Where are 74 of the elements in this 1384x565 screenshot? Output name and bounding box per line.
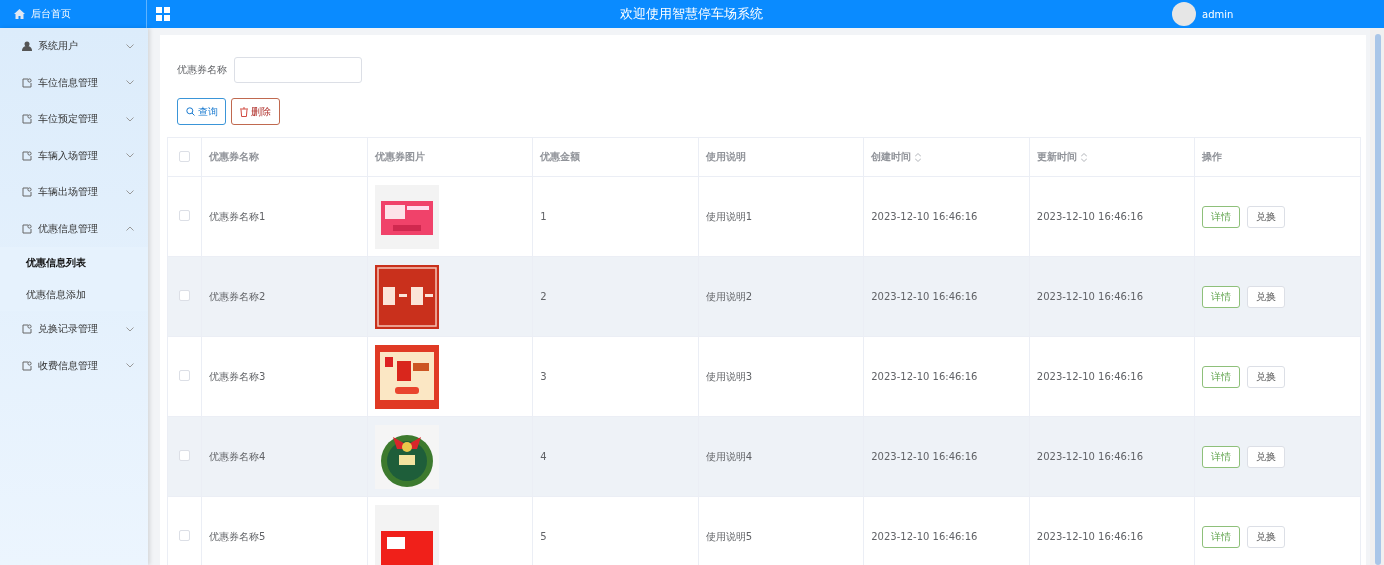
sidebar-item[interactable]: 车位信息管理 <box>0 64 148 101</box>
table-cell: 使用说明4 <box>705 450 753 462</box>
checkbox[interactable] <box>179 290 190 301</box>
table-cell: 4 <box>540 451 547 462</box>
table-cell: 优惠券名称3 <box>209 370 266 382</box>
scrollbar[interactable] <box>1375 34 1381 565</box>
sidebar-item[interactable]: 收费信息管理 <box>0 347 148 384</box>
table-cell: 2023-12-10 16:46:16 <box>871 211 978 222</box>
column-header: 优惠金额 <box>540 150 581 164</box>
delete-button[interactable]: 删除 <box>231 98 280 125</box>
table-cell: 使用说明2 <box>705 290 753 302</box>
table-cell: 3 <box>540 371 547 382</box>
table-cell: 使用说明1 <box>705 210 753 222</box>
table-cell: 优惠券名称1 <box>209 210 266 222</box>
table-cell: 2023-12-10 16:46:16 <box>1036 371 1144 382</box>
menu-icon[interactable] <box>156 7 170 21</box>
checkbox[interactable] <box>179 370 190 381</box>
trash-icon <box>240 106 248 117</box>
column-header: 更新时间 <box>1036 150 1077 164</box>
table-cell: 5 <box>540 531 547 542</box>
column-header: 优惠券图片 <box>374 150 425 164</box>
redeem-button[interactable]: 兑换 <box>1247 285 1286 308</box>
table-cell: 2023-12-10 16:46:16 <box>871 291 978 302</box>
checkbox[interactable] <box>179 530 190 541</box>
column-header: 操作 <box>1202 150 1223 164</box>
sort-icon[interactable] <box>1080 152 1087 162</box>
submenu-item[interactable]: 优惠信息列表 <box>0 247 148 279</box>
column-header: 使用说明 <box>705 150 746 164</box>
sidebar-item[interactable]: 车辆入场管理 <box>0 137 148 174</box>
submenu-item[interactable]: 优惠信息添加 <box>0 279 148 311</box>
table-cell: 2023-12-10 16:46:16 <box>1036 531 1144 542</box>
table-cell: 2023-12-10 16:46:16 <box>871 531 978 542</box>
sidebar-item[interactable]: 优惠信息管理 <box>0 210 148 247</box>
table-cell: 2023-12-10 16:46:16 <box>1036 451 1144 462</box>
redeem-button[interactable]: 兑换 <box>1247 525 1286 548</box>
sidebar-item[interactable]: 车辆出场管理 <box>0 174 148 211</box>
table-cell: 1 <box>540 211 547 222</box>
table-cell: 2 <box>540 291 547 302</box>
home-icon <box>14 9 25 19</box>
document-icon <box>22 114 32 125</box>
document-icon <box>22 150 32 161</box>
table-cell: 使用说明5 <box>705 530 753 542</box>
redeem-button[interactable]: 兑换 <box>1247 205 1286 228</box>
redeem-button[interactable]: 兑换 <box>1247 445 1286 468</box>
table-cell: 2023-12-10 16:46:16 <box>871 451 978 462</box>
table-cell: 2023-12-10 16:46:16 <box>1036 291 1144 302</box>
input-field[interactable] <box>234 57 362 83</box>
table-cell: 优惠券名称2 <box>209 290 266 302</box>
avatar[interactable] <box>1172 2 1196 26</box>
document-icon <box>22 187 32 198</box>
table-cell: 使用说明3 <box>705 370 753 382</box>
user-icon <box>22 41 32 52</box>
checkbox[interactable] <box>179 150 190 162</box>
document-icon <box>22 77 32 88</box>
column-header: 创建时间 <box>871 150 912 164</box>
search-button[interactable]: 查询 <box>177 98 226 125</box>
app-title: 欢迎使用智慧停车场系统 <box>618 5 764 23</box>
table-cell: 2023-12-10 16:46:16 <box>1036 211 1144 222</box>
document-icon <box>22 223 32 234</box>
checkbox[interactable] <box>179 450 190 461</box>
field-label: 优惠券名称 <box>177 63 227 77</box>
document-icon <box>22 324 32 335</box>
sort-icon[interactable] <box>915 152 922 162</box>
sidebar-item[interactable]: 兑换记录管理 <box>0 311 148 348</box>
sidebar-item[interactable]: 系统用户 <box>0 28 148 65</box>
table-cell: 2023-12-10 16:46:16 <box>871 371 978 382</box>
document-icon <box>22 360 32 371</box>
column-header: 优惠券名称 <box>209 150 259 164</box>
checkbox[interactable] <box>179 210 190 221</box>
sidebar-item[interactable]: 车位预定管理 <box>0 101 148 138</box>
search-icon <box>185 107 195 116</box>
table-cell: 优惠券名称5 <box>209 530 266 542</box>
table-cell: 优惠券名称4 <box>209 450 266 462</box>
redeem-button[interactable]: 兑换 <box>1247 365 1286 388</box>
